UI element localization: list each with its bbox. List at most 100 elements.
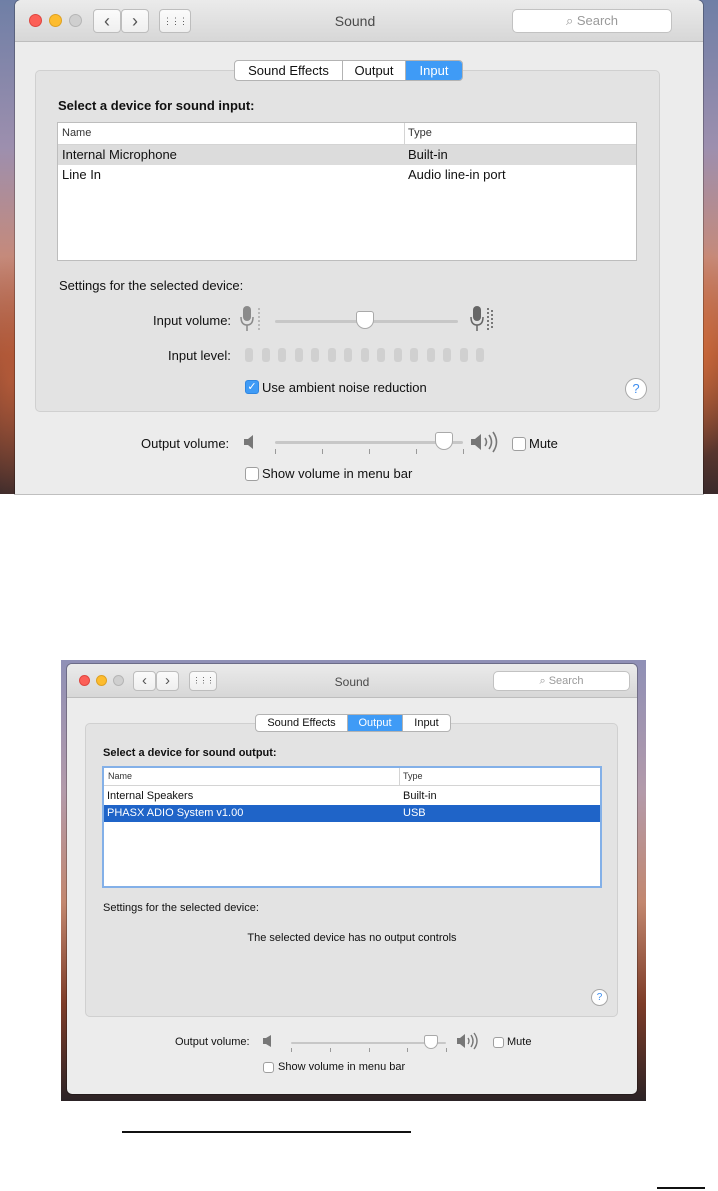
chevron-left-icon: ‹ [142, 672, 147, 689]
input-level-segment [459, 348, 468, 362]
show-all-button[interactable]: ⋮⋮⋮ [159, 9, 191, 33]
table-row[interactable]: PHASX ADIO System v1.00 USB [104, 805, 600, 822]
tab-output[interactable]: Output [348, 715, 403, 731]
device-type: USB [403, 807, 426, 819]
column-header-name[interactable]: Name [108, 768, 132, 785]
input-level-segment [426, 348, 435, 362]
table-header: Name Type [58, 123, 636, 145]
input-volume-label: Input volume: [153, 313, 232, 328]
show-volume-menu-bar-label: Show volume in menu bar [278, 1061, 406, 1073]
input-level-label: Input level: [168, 348, 231, 363]
show-all-button[interactable]: ⋮⋮⋮ [189, 671, 217, 691]
help-button[interactable]: ? [591, 989, 608, 1006]
slider-tick [407, 1048, 409, 1052]
input-level-segment [327, 348, 336, 362]
close-button[interactable] [29, 14, 42, 27]
title-bar: ‹ › ⋮⋮⋮ Sound ⌕ Search [67, 664, 637, 698]
slider-tick [275, 449, 276, 454]
device-name: PHASX ADIO System v1.00 [107, 807, 244, 819]
column-divider [404, 123, 405, 145]
table-row[interactable]: Internal Microphone Built-in [58, 145, 636, 165]
table-row[interactable]: Internal Speakers Built-in [104, 788, 600, 805]
forward-button[interactable]: › [121, 9, 149, 33]
column-header-type[interactable]: Type [403, 768, 423, 785]
no-output-controls-message: The selected device has no output contro… [247, 932, 457, 944]
device-name: Line In [62, 167, 102, 182]
search-placeholder: Search [576, 13, 619, 28]
tab-output[interactable]: Output [343, 61, 406, 80]
zoom-button[interactable] [69, 14, 82, 27]
zoom-button[interactable] [113, 675, 124, 686]
grid-icon: ⋮⋮⋮ [192, 676, 215, 685]
sound-window-input: ‹ › ⋮⋮⋮ Sound ⌕ Search Sound Effects Out… [15, 0, 703, 494]
input-device-table: Name Type Internal Microphone Built-in L… [57, 122, 637, 261]
output-volume-slider-knob[interactable] [435, 432, 454, 450]
slider-tick [369, 449, 370, 454]
chevron-left-icon: ‹ [104, 11, 110, 31]
close-button[interactable] [79, 675, 90, 686]
chevron-right-icon: › [165, 672, 170, 689]
search-field[interactable]: ⌕ Search [493, 671, 630, 691]
input-level-segment [377, 348, 385, 362]
section-heading: Select a device for sound input: [58, 98, 255, 113]
search-placeholder: Search [548, 675, 584, 687]
forward-button[interactable]: › [156, 671, 179, 691]
device-type: Audio line-in port [408, 167, 506, 182]
speaker-low-icon [242, 432, 260, 452]
input-level-segment [410, 348, 418, 362]
ambient-noise-checkbox[interactable]: ✓ [245, 380, 259, 394]
table-row[interactable]: Line In Audio line-in port [58, 165, 636, 185]
mute-checkbox[interactable] [512, 437, 526, 451]
mute-checkbox[interactable] [493, 1037, 504, 1048]
slider-tick [416, 449, 417, 454]
input-level-segment [311, 348, 319, 362]
slider-tick [463, 449, 464, 454]
tab-sound-effects[interactable]: Sound Effects [235, 61, 343, 80]
output-volume-label: Output volume: [141, 436, 230, 451]
input-level-segment [393, 348, 402, 362]
slider-tick [368, 1048, 370, 1052]
tab-input[interactable]: Input [406, 61, 462, 80]
back-button[interactable]: ‹ [93, 9, 121, 33]
back-button[interactable]: ‹ [133, 671, 156, 691]
ambient-noise-label: Use ambient noise reduction [262, 380, 427, 395]
search-field[interactable]: ⌕ Search [512, 9, 672, 33]
settings-label: Settings for the selected device: [59, 278, 244, 293]
input-level-segment [360, 348, 369, 362]
input-level-segment [294, 348, 303, 362]
slider-tick [329, 1048, 331, 1052]
input-volume-slider-knob[interactable] [355, 311, 374, 329]
input-level-segment [245, 348, 253, 362]
microphone-high-icon [469, 305, 495, 333]
show-volume-menu-bar-checkbox[interactable] [263, 1062, 274, 1073]
microphone-low-icon [239, 305, 263, 333]
table-header: Name Type [104, 768, 600, 786]
tab-input[interactable]: Input [403, 715, 450, 731]
device-type: Built-in [408, 147, 448, 162]
device-name: Internal Microphone [62, 147, 177, 162]
output-volume-slider-knob[interactable] [423, 1035, 438, 1049]
mute-label: Mute [529, 436, 558, 451]
search-icon: ⌕ [565, 13, 574, 28]
minimize-button[interactable] [49, 14, 62, 27]
speaker-high-icon [456, 1031, 484, 1051]
slider-tick [291, 1048, 292, 1052]
input-level-segment [278, 348, 286, 362]
show-volume-menu-bar-checkbox[interactable] [245, 467, 259, 481]
search-icon: ⌕ [539, 675, 546, 687]
divider-line [657, 1187, 705, 1189]
settings-label: Settings for the selected device: [103, 902, 259, 914]
tab-bar: Sound Effects Output Input [255, 714, 451, 732]
minimize-button[interactable] [96, 675, 107, 686]
divider-line [122, 1131, 411, 1133]
grid-icon: ⋮⋮⋮ [163, 16, 188, 26]
sound-window-output: ‹ › ⋮⋮⋮ Sound ⌕ Search Sound Effects Out… [67, 664, 637, 1094]
column-header-type[interactable]: Type [408, 123, 432, 144]
help-button[interactable]: ? [625, 378, 647, 400]
input-level-segment [261, 348, 270, 362]
mute-label: Mute [507, 1036, 532, 1048]
chevron-right-icon: › [132, 11, 138, 31]
tab-sound-effects[interactable]: Sound Effects [256, 715, 348, 731]
window-title: Sound [334, 13, 376, 29]
column-header-name[interactable]: Name [62, 123, 91, 144]
